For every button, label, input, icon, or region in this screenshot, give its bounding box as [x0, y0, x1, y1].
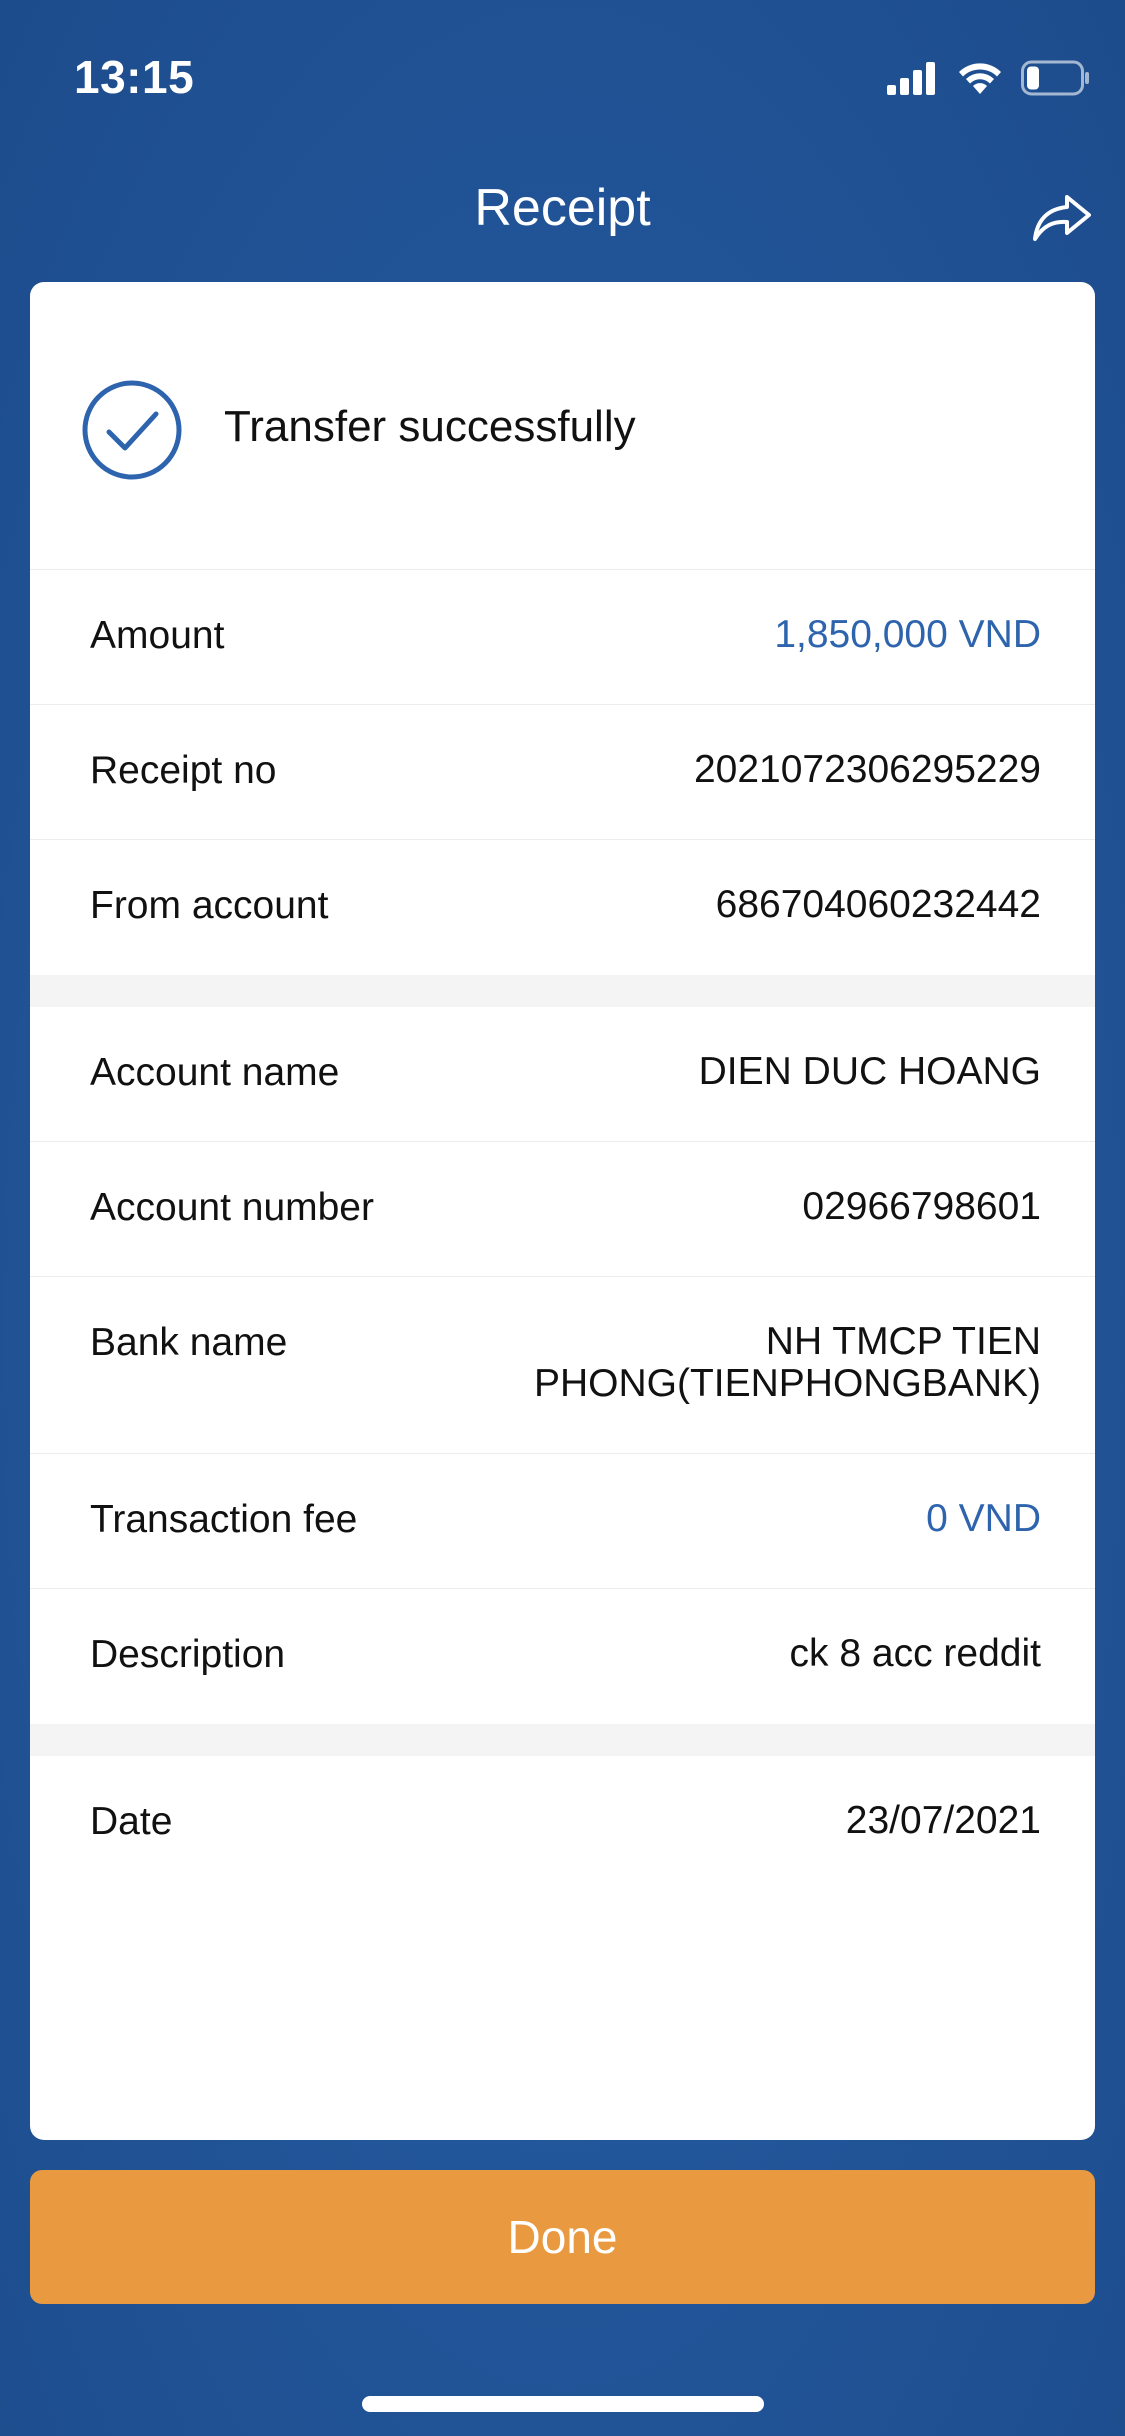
from-account-row: From account 686704060232442	[30, 840, 1095, 975]
amount-value: 1,850,000 VND	[774, 613, 1041, 656]
share-button[interactable]	[1027, 188, 1097, 248]
share-icon	[1033, 195, 1091, 241]
receipt-no-label: Receipt no	[90, 749, 277, 792]
description-label: Description	[90, 1633, 286, 1676]
success-message: Transfer successfully	[224, 402, 636, 451]
status-icons	[885, 58, 1091, 98]
description-row: Description ck 8 acc reddit	[30, 1589, 1095, 1724]
from-account-label: From account	[90, 884, 329, 927]
transaction-fee-value: 0 VND	[926, 1497, 1041, 1540]
status-bar: 13:15	[0, 0, 1125, 160]
section-divider	[30, 975, 1095, 1007]
section-divider	[30, 1724, 1095, 1756]
date-label: Date	[90, 1800, 173, 1843]
home-indicator[interactable]	[362, 2396, 764, 2412]
date-value: 23/07/2021	[845, 1799, 1041, 1842]
account-number-row: Account number 02966798601	[30, 1142, 1095, 1277]
bank-name-label: Bank name	[90, 1321, 288, 1364]
transaction-fee-row: Transaction fee 0 VND	[30, 1454, 1095, 1589]
cellular-signal-icon	[887, 62, 935, 95]
done-button[interactable]: Done	[30, 2170, 1095, 2304]
bank-name-value: NH TMCP TIEN PHONG(TIENPHONGBANK)	[533, 1320, 1041, 1405]
page-title: Receipt	[474, 179, 651, 237]
account-name-value: DIEN DUC HOANG	[698, 1050, 1041, 1093]
from-account-value: 686704060232442	[715, 883, 1041, 926]
transaction-fee-label: Transaction fee	[90, 1498, 358, 1541]
receipt-card: Transfer successfully Amount 1,850,000 V…	[30, 282, 1095, 2140]
status-time: 13:15	[74, 51, 195, 103]
account-name-label: Account name	[90, 1051, 340, 1094]
amount-row: Amount 1,850,000 VND	[30, 570, 1095, 705]
checkmark-circle-icon	[82, 380, 182, 480]
bank-name-row: Bank name NH TMCP TIEN PHONG(TIENPHONGBA…	[30, 1277, 1095, 1454]
account-number-label: Account number	[90, 1186, 374, 1229]
account-number-value: 02966798601	[802, 1185, 1041, 1228]
success-banner: Transfer successfully	[30, 282, 1095, 570]
description-value: ck 8 acc reddit	[789, 1632, 1041, 1675]
account-name-row: Account name DIEN DUC HOANG	[30, 1007, 1095, 1142]
date-row: Date 23/07/2021	[30, 1756, 1095, 1891]
receipt-no-row: Receipt no 2021072306295229	[30, 705, 1095, 840]
wifi-icon	[959, 63, 1001, 94]
amount-label: Amount	[90, 614, 225, 657]
receipt-no-value: 2021072306295229	[693, 748, 1041, 791]
battery-icon	[1021, 60, 1089, 96]
